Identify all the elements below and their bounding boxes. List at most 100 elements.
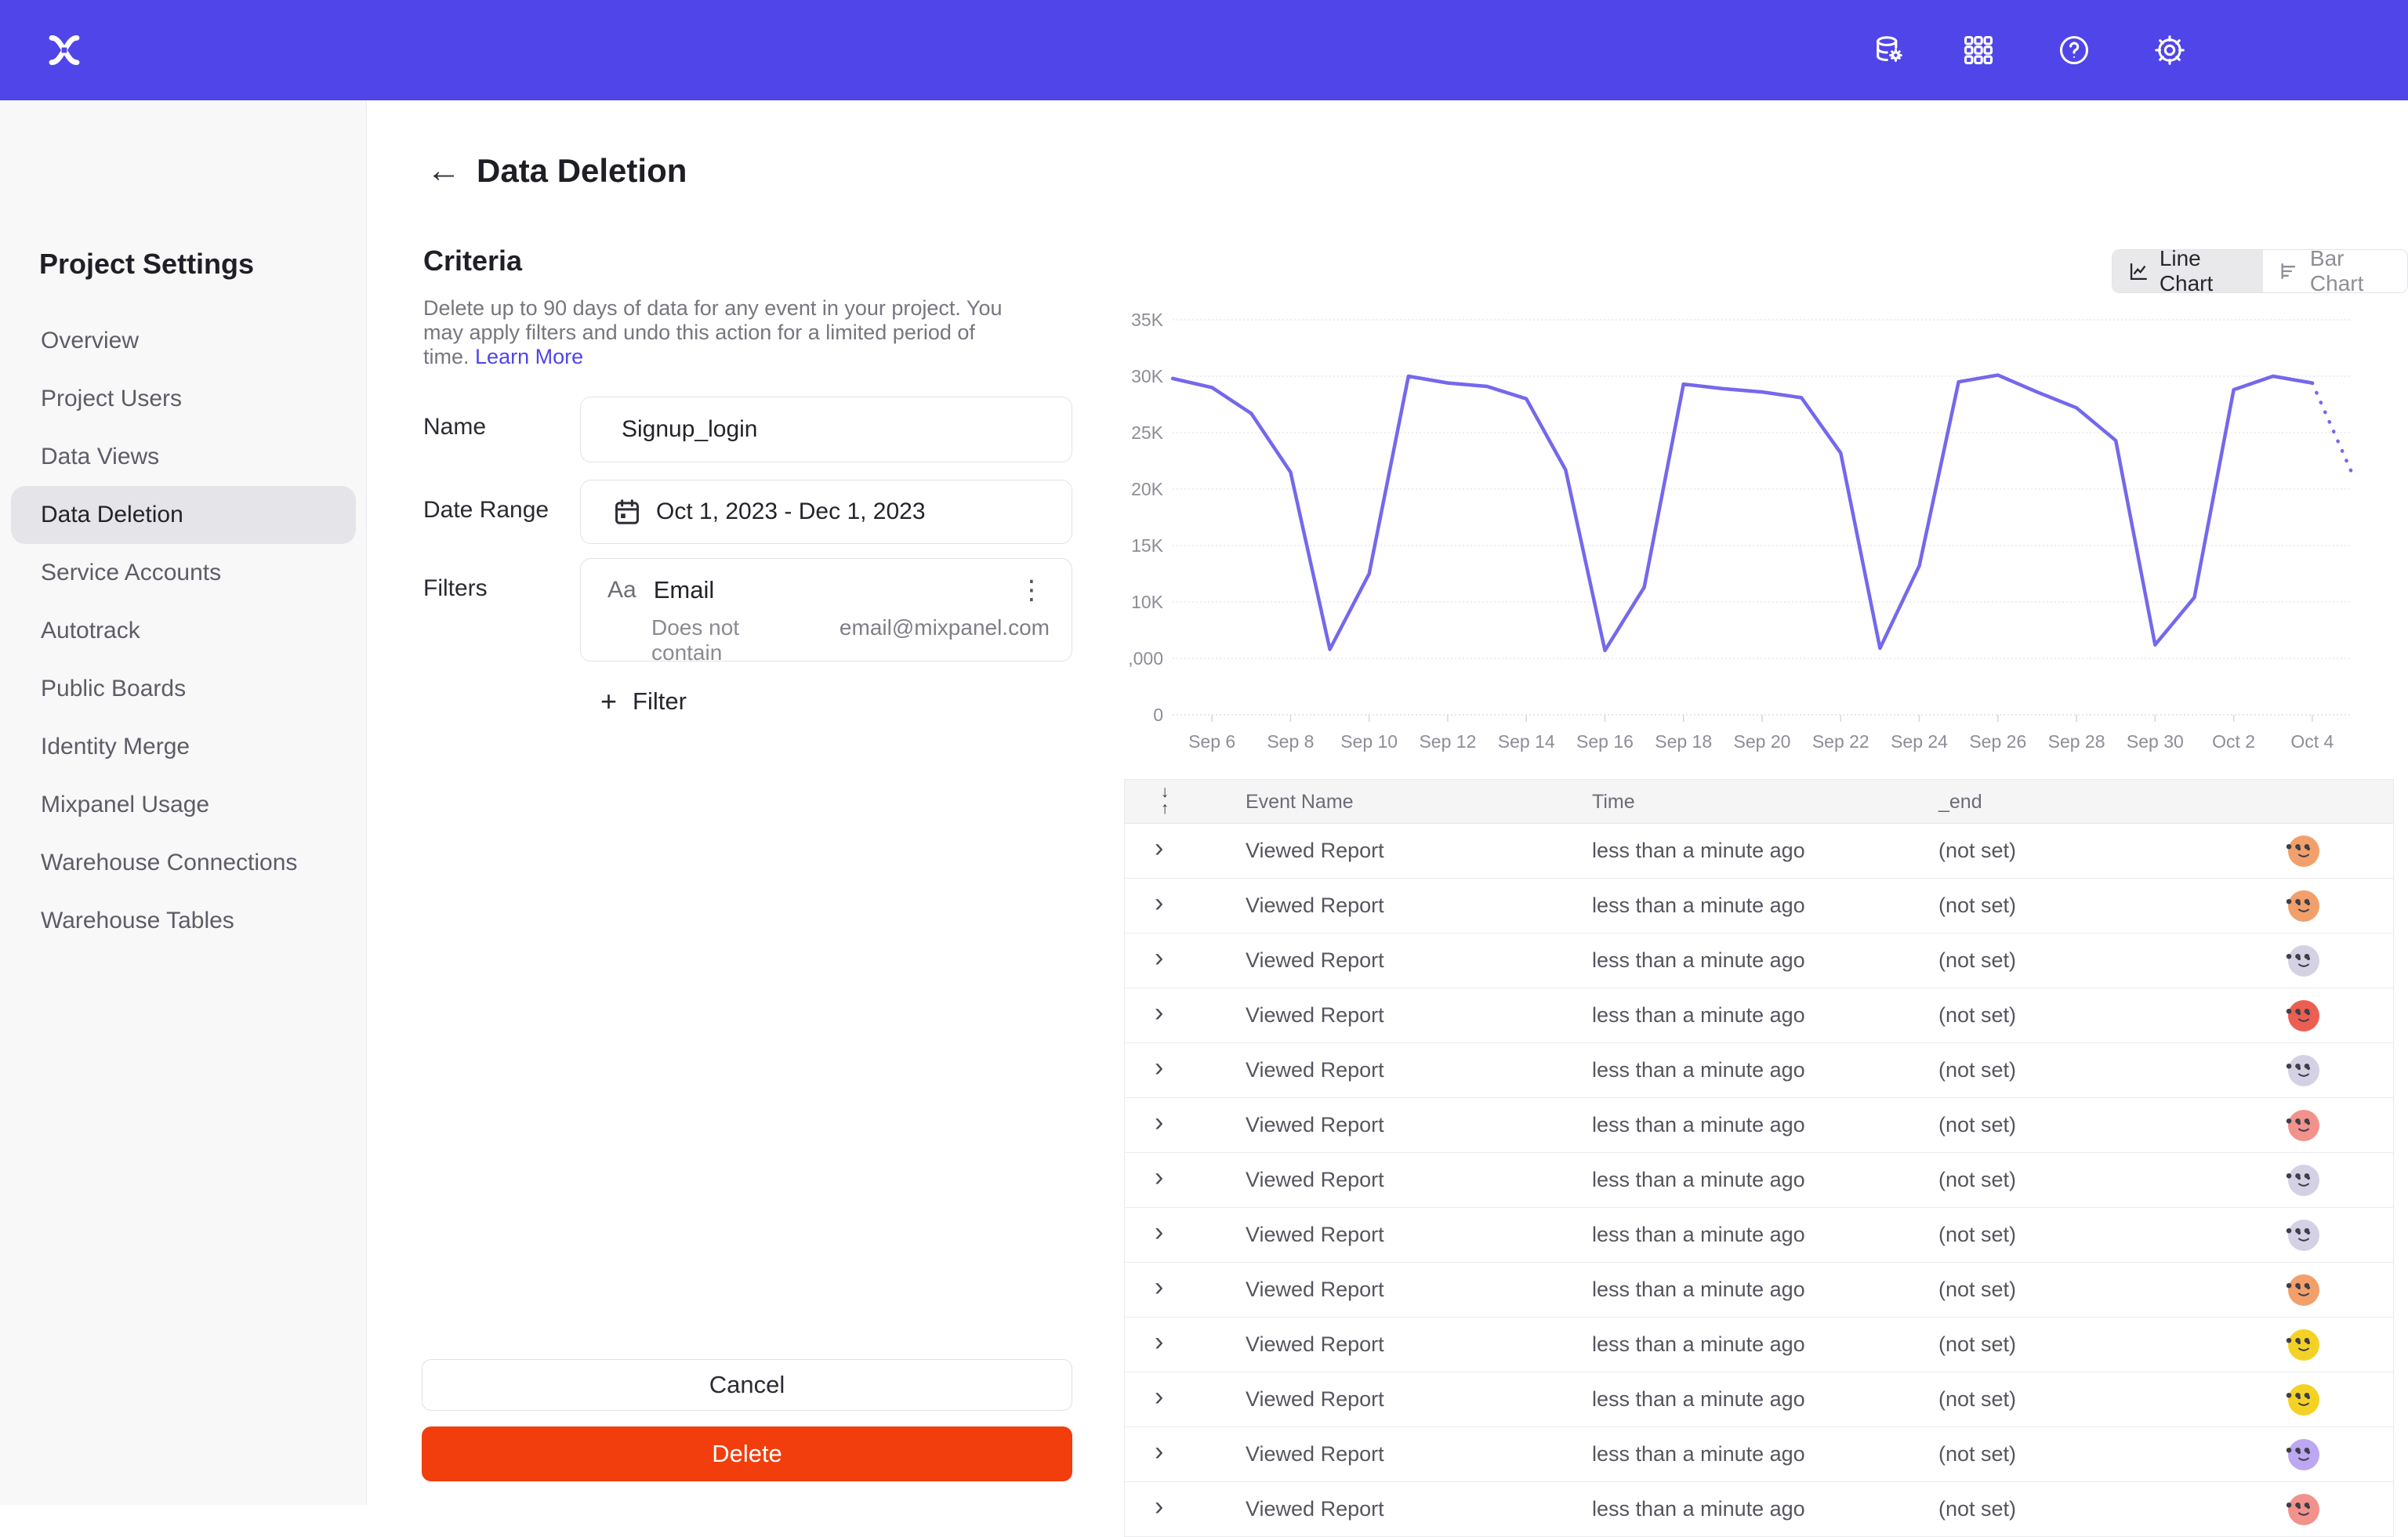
sidebar-item-data-deletion[interactable]: Data Deletion	[11, 486, 356, 544]
name-input[interactable]: Signup_login	[580, 397, 1072, 462]
event-name-cell: Viewed Report	[1246, 1442, 1384, 1466]
sidebar-item-label: Data Views	[41, 444, 159, 470]
sidebar-item-warehouse-connections[interactable]: Warehouse Connections	[0, 834, 367, 892]
event-name-cell: Viewed Report	[1246, 894, 1384, 918]
sidebar-item-warehouse-tables[interactable]: Warehouse Tables	[0, 892, 367, 950]
y-tick-label: 25K	[1131, 422, 1164, 443]
sidebar: Project Settings OverviewProject UsersDa…	[0, 100, 367, 1505]
filter-card[interactable]: Aa Email ⋮ Does not contain email@mixpan…	[580, 558, 1072, 662]
line-chart-toggle[interactable]: Line Chart	[2112, 250, 2263, 292]
column-header-event-name[interactable]: Event Name	[1246, 791, 1354, 814]
y-tick-label: 35K	[1131, 312, 1164, 330]
row-menu-icon[interactable]: •••	[2268, 836, 2330, 858]
help-icon[interactable]	[2057, 33, 2091, 67]
sort-icon[interactable]: ↓ ↑	[1153, 784, 1177, 817]
add-filter-button[interactable]: + Filter	[600, 685, 687, 718]
x-tick-label: Sep 18	[1655, 731, 1712, 752]
table-row[interactable]: › Viewed Report less than a minute ago (…	[1125, 1482, 2393, 1537]
sidebar-item-project-users[interactable]: Project Users	[0, 370, 367, 428]
table-row[interactable]: › Viewed Report less than a minute ago (…	[1125, 1372, 2393, 1427]
chevron-right-icon[interactable]: ›	[1155, 1274, 1163, 1300]
row-menu-icon[interactable]: •••	[2268, 1385, 2330, 1407]
row-menu-icon[interactable]: •••	[2268, 1001, 2330, 1023]
table-row[interactable]: › Viewed Report less than a minute ago (…	[1125, 879, 2393, 933]
end-cell: (not set)	[1938, 1497, 2016, 1521]
end-cell: (not set)	[1938, 1387, 2016, 1412]
chevron-right-icon[interactable]: ›	[1155, 835, 1163, 861]
settings-gear-icon[interactable]	[2152, 33, 2187, 67]
chevron-right-icon[interactable]: ›	[1155, 1329, 1163, 1355]
chart-type-toggle: Line Chart Bar Chart	[2112, 249, 2408, 293]
data-management-icon[interactable]	[1872, 33, 1906, 67]
time-cell: less than a minute ago	[1592, 1168, 1805, 1192]
end-cell: (not set)	[1938, 1168, 2016, 1192]
sidebar-item-overview[interactable]: Overview	[0, 312, 367, 370]
row-menu-icon[interactable]: •••	[2268, 946, 2330, 968]
row-menu-icon[interactable]: •••	[2268, 1220, 2330, 1242]
row-menu-icon[interactable]: •••	[2268, 1440, 2330, 1462]
row-menu-icon[interactable]: •••	[2268, 1056, 2330, 1078]
cancel-button[interactable]: Cancel	[422, 1359, 1072, 1411]
chevron-right-icon[interactable]: ›	[1155, 1054, 1163, 1081]
sidebar-item-identity-merge[interactable]: Identity Merge	[0, 718, 367, 776]
chevron-right-icon[interactable]: ›	[1155, 999, 1163, 1026]
sidebar-item-mixpanel-usage[interactable]: Mixpanel Usage	[0, 776, 367, 834]
page-title: Data Deletion	[477, 152, 687, 190]
y-tick-label: 5,000	[1129, 648, 1163, 669]
row-menu-icon[interactable]: •••	[2268, 1165, 2330, 1187]
table-row[interactable]: › Viewed Report less than a minute ago (…	[1125, 1153, 2393, 1208]
end-cell: (not set)	[1938, 948, 2016, 973]
projection-line	[2312, 383, 2352, 473]
event-name-cell: Viewed Report	[1246, 1387, 1384, 1412]
column-header-time[interactable]: Time	[1592, 791, 1635, 814]
row-menu-icon[interactable]: •••	[2268, 1330, 2330, 1352]
chevron-right-icon[interactable]: ›	[1155, 1219, 1163, 1245]
apps-grid-icon[interactable]	[1961, 33, 1996, 67]
table-row[interactable]: › Viewed Report less than a minute ago (…	[1125, 1318, 2393, 1372]
row-menu-icon[interactable]: •••	[2268, 1111, 2330, 1133]
filter-operator[interactable]: Does not contain	[651, 615, 811, 665]
table-row[interactable]: › Viewed Report less than a minute ago (…	[1125, 1043, 2393, 1098]
chevron-right-icon[interactable]: ›	[1155, 1438, 1163, 1465]
chevron-right-icon[interactable]: ›	[1155, 944, 1163, 971]
x-tick-label: Oct 4	[2290, 731, 2334, 752]
chevron-right-icon[interactable]: ›	[1155, 1109, 1163, 1136]
events-line-chart[interactable]: 05,00010K15K20K25K30K35KSep 6Sep 8Sep 10…	[1129, 312, 2383, 767]
event-name-cell: Viewed Report	[1246, 839, 1384, 863]
end-cell: (not set)	[1938, 1113, 2016, 1137]
row-menu-icon[interactable]: •••	[2268, 891, 2330, 913]
mixpanel-logo[interactable]	[45, 31, 83, 69]
name-label: Name	[423, 414, 486, 440]
sidebar-item-autotrack[interactable]: Autotrack	[0, 602, 367, 660]
sidebar-item-data-views[interactable]: Data Views	[0, 428, 367, 486]
table-row[interactable]: › Viewed Report less than a minute ago (…	[1125, 1208, 2393, 1263]
event-name-cell: Viewed Report	[1246, 1168, 1384, 1192]
sidebar-item-service-accounts[interactable]: Service Accounts	[0, 544, 367, 602]
table-row[interactable]: › Viewed Report less than a minute ago (…	[1125, 1098, 2393, 1153]
column-header-end[interactable]: _end	[1938, 791, 1982, 814]
bar-chart-toggle[interactable]: Bar Chart	[2263, 250, 2407, 292]
table-row[interactable]: › Viewed Report less than a minute ago (…	[1125, 1263, 2393, 1318]
delete-button[interactable]: Delete	[422, 1426, 1072, 1481]
filter-value[interactable]: email@mixpanel.com	[840, 615, 1050, 665]
chevron-right-icon[interactable]: ›	[1155, 1383, 1163, 1410]
row-menu-icon[interactable]: •••	[2268, 1275, 2330, 1297]
table-row[interactable]: › Viewed Report less than a minute ago (…	[1125, 824, 2393, 879]
sidebar-item-public-boards[interactable]: Public Boards	[0, 660, 367, 718]
x-tick-label: Sep 8	[1267, 731, 1314, 752]
y-tick-label: 10K	[1131, 592, 1164, 612]
chevron-right-icon[interactable]: ›	[1155, 1493, 1163, 1520]
time-cell: less than a minute ago	[1592, 839, 1805, 863]
y-tick-label: 15K	[1131, 535, 1164, 556]
table-row[interactable]: › Viewed Report less than a minute ago (…	[1125, 1427, 2393, 1482]
table-row[interactable]: › Viewed Report less than a minute ago (…	[1125, 933, 2393, 988]
chevron-right-icon[interactable]: ›	[1155, 1164, 1163, 1191]
filter-menu-icon[interactable]: ⋮	[1014, 577, 1050, 604]
back-arrow-icon[interactable]: ←	[426, 154, 461, 188]
criteria-description: Delete up to 90 days of data for any eve…	[423, 296, 1019, 369]
date-range-input[interactable]: Oct 1, 2023 - Dec 1, 2023	[580, 480, 1072, 544]
row-menu-icon[interactable]: •••	[2268, 1495, 2330, 1517]
learn-more-link[interactable]: Learn More	[475, 345, 583, 368]
table-row[interactable]: › Viewed Report less than a minute ago (…	[1125, 988, 2393, 1043]
chevron-right-icon[interactable]: ›	[1155, 890, 1163, 916]
